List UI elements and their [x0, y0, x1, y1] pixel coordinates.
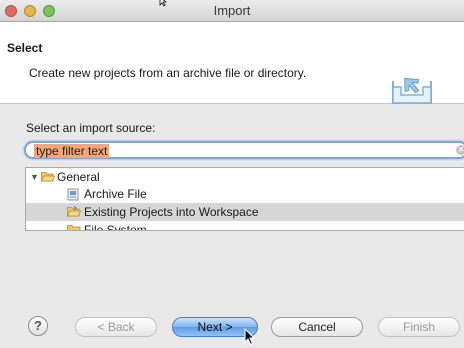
cursor-icon	[159, 0, 168, 7]
tree-item-existing-projects[interactable]: Existing Projects into Workspace	[26, 203, 464, 221]
tree-item-label: General	[57, 170, 100, 184]
import-wizard-icon	[392, 77, 432, 104]
tree-item-label: File System	[84, 223, 147, 231]
tree-item-label: Archive File	[84, 187, 147, 201]
folder-icon	[67, 225, 81, 230]
mouse-pointer-icon	[244, 328, 256, 346]
page-title: Select	[7, 41, 43, 55]
project-folder-icon	[67, 206, 81, 217]
tree-item-file-system[interactable]: File System	[26, 221, 464, 231]
window-title: Import	[213, 3, 251, 18]
import-source-tree[interactable]: ▼ General Archive File Existing Projects…	[25, 167, 464, 231]
back-button[interactable]: < Back	[75, 317, 157, 337]
clear-filter-icon[interactable]: ✕	[456, 145, 464, 155]
title-bar: Import	[0, 0, 464, 22]
page-description: Create new projects from an archive file…	[29, 66, 307, 80]
wizard-body: Select an import source: type filter tex…	[0, 104, 464, 348]
expand-triangle-icon[interactable]: ▼	[30, 168, 39, 186]
filter-input[interactable]: type filter text ✕	[24, 141, 464, 159]
wizard-header: Select Create new projects from an archi…	[0, 22, 464, 104]
tree-item-label: Existing Projects into Workspace	[84, 205, 259, 219]
finish-button[interactable]: Finish	[378, 317, 460, 337]
import-source-label: Select an import source:	[26, 121, 156, 135]
filter-text[interactable]: type filter text	[34, 144, 110, 158]
tree-item-general[interactable]: ▼ General	[26, 168, 464, 186]
folder-open-icon	[41, 172, 55, 182]
archive-icon	[67, 188, 79, 201]
help-button[interactable]: ?	[28, 316, 48, 336]
cancel-button[interactable]: Cancel	[271, 317, 363, 337]
tree-item-archive-file[interactable]: Archive File	[26, 185, 464, 203]
